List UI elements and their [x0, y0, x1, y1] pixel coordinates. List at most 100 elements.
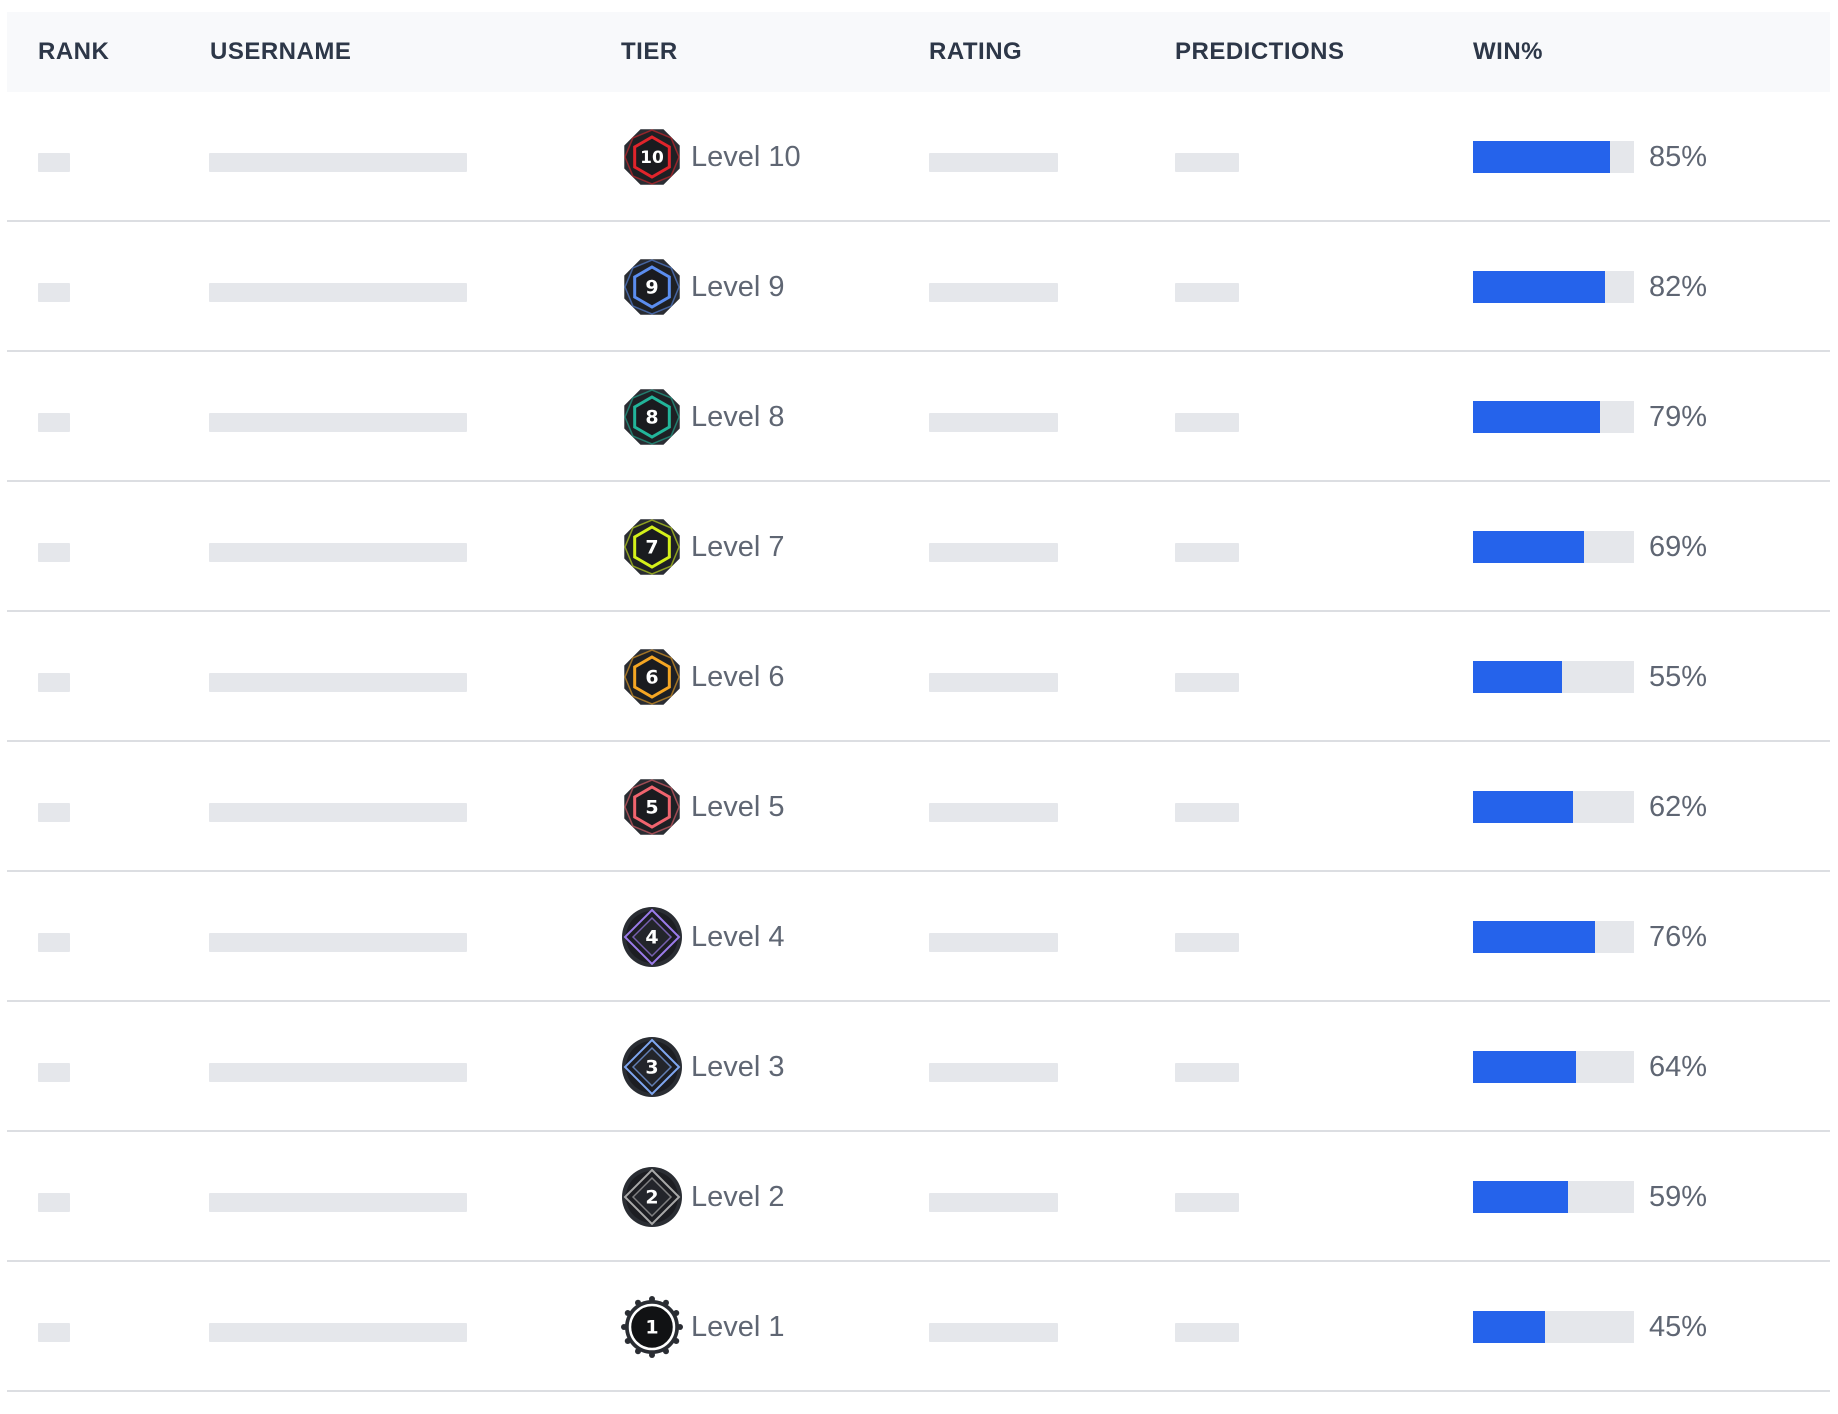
tier-label: Level 2 — [691, 1180, 785, 1213]
column-header-predictions[interactable]: PREDICTIONS — [1175, 12, 1345, 92]
rank-placeholder — [38, 1063, 70, 1082]
rating-placeholder — [929, 153, 1058, 172]
win-rate-bar-fill — [1473, 921, 1596, 953]
tier-cell: 10 Level 10 — [621, 126, 801, 188]
username-placeholder — [209, 933, 467, 952]
tier-label: Level 10 — [691, 140, 801, 173]
tier-label: Level 3 — [691, 1050, 785, 1083]
username-placeholder — [209, 1063, 467, 1082]
rating-placeholder — [929, 1193, 1058, 1212]
column-header-rating[interactable]: RATING — [929, 12, 1022, 92]
tier-cell: 1 Level 1 — [621, 1296, 785, 1358]
rank-placeholder — [38, 1193, 70, 1212]
predictions-placeholder — [1175, 1323, 1239, 1342]
win-rate-bar-fill — [1473, 1181, 1568, 1213]
win-rate-bar — [1473, 921, 1634, 953]
win-rate-bar — [1473, 661, 1634, 693]
rank-placeholder — [38, 803, 70, 822]
column-header-win[interactable]: WIN% — [1473, 12, 1543, 92]
level-9-badge-icon: 9 — [624, 259, 680, 315]
win-rate-value: 45% — [1649, 1311, 1708, 1343]
level-6-badge-icon: 6 — [624, 649, 680, 705]
rating-placeholder — [929, 283, 1058, 302]
table-row[interactable]: 8 Level 8 79% — [7, 352, 1830, 482]
tier-cell: 6 Level 6 — [621, 646, 785, 708]
predictions-placeholder — [1175, 543, 1239, 562]
username-placeholder — [209, 153, 467, 172]
table-row[interactable]: 4 Level 4 76% — [7, 872, 1830, 1002]
column-header-rank[interactable]: RANK — [38, 12, 109, 92]
badge-number: 9 — [645, 277, 658, 299]
table-row[interactable]: 7 Level 7 69% — [7, 482, 1830, 612]
column-header-tier[interactable]: TIER — [621, 12, 678, 92]
username-placeholder — [209, 543, 467, 562]
win-rate-value: 79% — [1649, 401, 1708, 433]
win-rate-bar-fill — [1473, 1311, 1546, 1343]
predictions-placeholder — [1175, 413, 1239, 432]
win-rate-bar-fill — [1473, 661, 1562, 693]
column-header-username[interactable]: USERNAME — [210, 12, 351, 92]
leaderboard-table: RANK USERNAME TIER RATING PREDICTIONS WI… — [7, 12, 1830, 1392]
username-placeholder — [209, 1323, 467, 1342]
rating-placeholder — [929, 1323, 1058, 1342]
table-body: 10 Level 10 85% 9 Level 9 82% 8 Level 8 79% 7 Leve… — [7, 92, 1830, 1392]
win-rate-bar — [1473, 1181, 1634, 1213]
table-row[interactable]: 6 Level 6 55% — [7, 612, 1830, 742]
win-rate-bar — [1473, 401, 1634, 433]
tier-label: Level 1 — [691, 1310, 785, 1343]
table-row[interactable]: 3 Level 3 64% — [7, 1002, 1830, 1132]
table-row[interactable]: 1 Level 1 45% — [7, 1262, 1830, 1392]
tier-label: Level 7 — [691, 530, 785, 563]
win-rate-bar — [1473, 1311, 1634, 1343]
rank-placeholder — [38, 933, 70, 952]
level-1-badge-icon: 1 — [621, 1296, 683, 1358]
table-row[interactable]: 10 Level 10 85% — [7, 92, 1830, 222]
badge-number: 4 — [645, 927, 658, 949]
badge-number: 7 — [645, 537, 658, 559]
tier-cell: 4 Level 4 — [621, 906, 785, 968]
rating-placeholder — [929, 1063, 1058, 1082]
predictions-placeholder — [1175, 283, 1239, 302]
tier-cell: 3 Level 3 — [621, 1036, 785, 1098]
tier-cell: 8 Level 8 — [621, 386, 785, 448]
badge-number: 5 — [645, 797, 658, 819]
win-rate-value: 59% — [1649, 1181, 1708, 1213]
username-placeholder — [209, 283, 467, 302]
win-rate-bar — [1473, 141, 1634, 173]
username-placeholder — [209, 413, 467, 432]
predictions-placeholder — [1175, 1063, 1239, 1082]
win-rate-bar-fill — [1473, 791, 1573, 823]
level-4-badge-icon: 4 — [622, 907, 682, 967]
rank-placeholder — [38, 1323, 70, 1342]
badge-number: 10 — [640, 148, 664, 168]
tier-label: Level 8 — [691, 400, 785, 433]
table-row[interactable]: 2 Level 2 59% — [7, 1132, 1830, 1262]
badge-number: 8 — [645, 407, 658, 429]
username-placeholder — [209, 803, 467, 822]
badge-number: 2 — [645, 1187, 658, 1209]
username-placeholder — [209, 1193, 467, 1212]
predictions-placeholder — [1175, 153, 1239, 172]
table-row[interactable]: 5 Level 5 62% — [7, 742, 1830, 872]
level-7-badge-icon: 7 — [624, 519, 680, 575]
win-rate-bar-fill — [1473, 1051, 1577, 1083]
tier-label: Level 9 — [691, 270, 785, 303]
predictions-placeholder — [1175, 1193, 1239, 1212]
win-rate-bar-fill — [1473, 531, 1585, 563]
win-rate-bar-fill — [1473, 401, 1601, 433]
tier-label: Level 6 — [691, 660, 785, 693]
win-rate-value: 69% — [1649, 531, 1708, 563]
tier-cell: 9 Level 9 — [621, 256, 785, 318]
badge-number: 6 — [645, 667, 658, 689]
win-rate-bar — [1473, 531, 1634, 563]
rating-placeholder — [929, 803, 1058, 822]
level-3-badge-icon: 3 — [622, 1037, 682, 1097]
username-placeholder — [209, 673, 467, 692]
win-rate-bar — [1473, 1051, 1634, 1083]
predictions-placeholder — [1175, 803, 1239, 822]
level-2-badge-icon: 2 — [622, 1167, 682, 1227]
win-rate-value: 62% — [1649, 791, 1708, 823]
win-rate-value: 55% — [1649, 661, 1708, 693]
badge-number: 1 — [645, 1317, 658, 1339]
table-row[interactable]: 9 Level 9 82% — [7, 222, 1830, 352]
